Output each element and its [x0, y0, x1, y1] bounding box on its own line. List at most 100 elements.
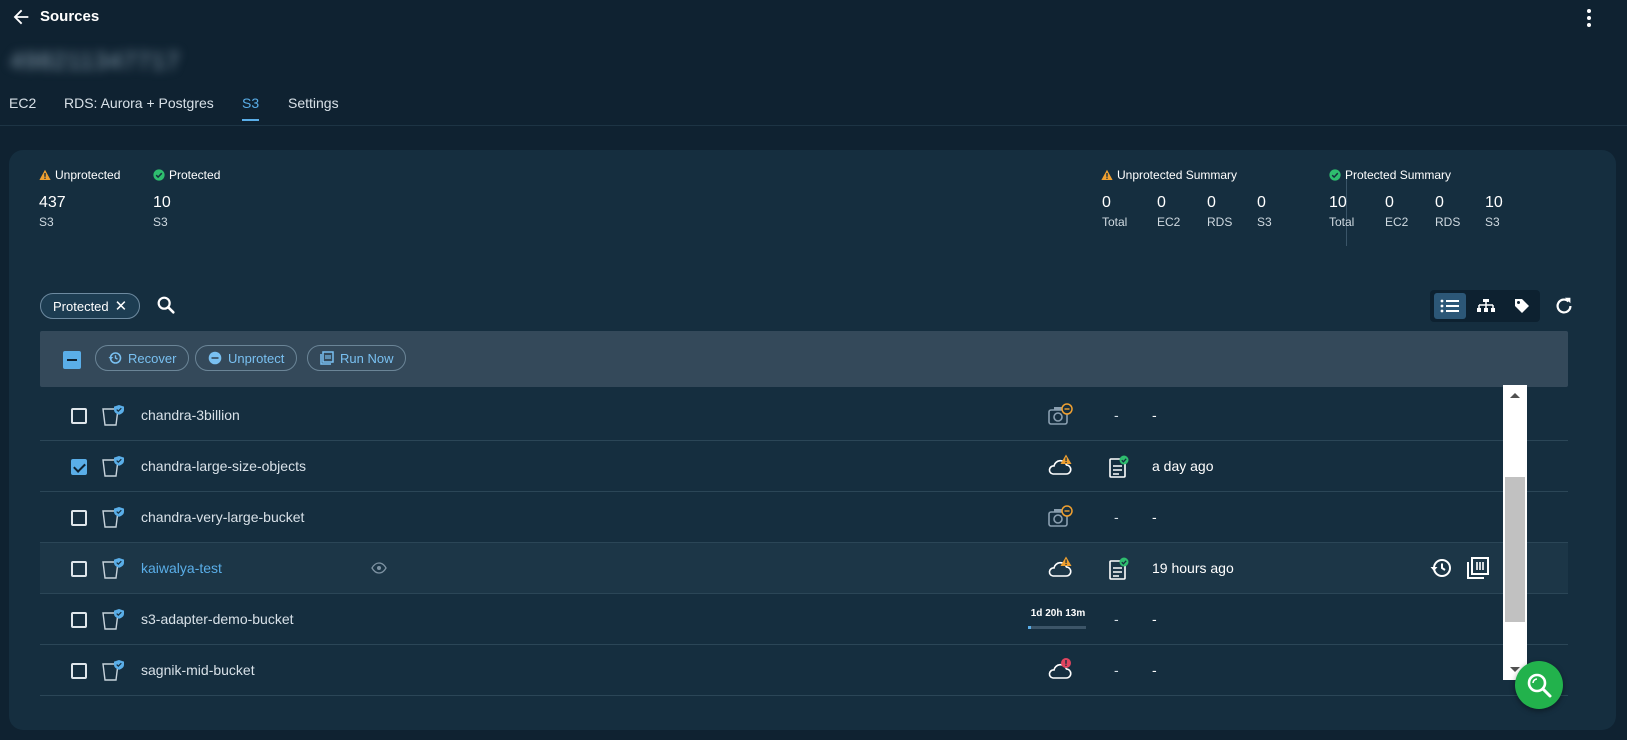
s3-panel: Unprotected 437 S3 Protected 10 S3 Unpro…: [9, 150, 1616, 730]
policy-value: -: [1114, 662, 1119, 678]
unprotected-count: 437: [39, 194, 66, 211]
protected-total-label: Total: [1329, 215, 1355, 229]
countdown-progress-bar: [1028, 626, 1086, 629]
policy-value: -: [1114, 611, 1119, 627]
history-icon: [108, 352, 122, 364]
tab-ec2[interactable]: EC2: [9, 95, 36, 119]
unprotected-ec2-label: EC2: [1157, 215, 1181, 229]
policy-check-icon: [1109, 557, 1129, 580]
recover-button[interactable]: Recover: [95, 345, 190, 371]
tab-s3[interactable]: S3: [242, 95, 260, 121]
protected-summary-label: Protected Summary: [1329, 168, 1451, 182]
arrow-back-icon[interactable]: [10, 6, 32, 28]
last-run: -: [1152, 509, 1157, 525]
protected-rds-label: RDS: [1435, 215, 1461, 229]
protected-bucket-icon: [102, 660, 124, 681]
protected-s3-label: S3: [1485, 215, 1500, 229]
chip-close-icon[interactable]: ✕: [115, 297, 128, 315]
bucket-name: chandra-large-size-objects: [141, 458, 306, 474]
unprotected-unit: S3: [39, 215, 54, 229]
tag-view-button[interactable]: [1506, 293, 1538, 319]
last-run: a day ago: [1152, 458, 1214, 474]
row-checkbox[interactable]: [71, 561, 87, 577]
select-all-checkbox[interactable]: [63, 351, 81, 369]
unprotected-rds-label: RDS: [1207, 215, 1233, 229]
search-icon: [1527, 673, 1552, 698]
protected-bucket-icon: [102, 558, 124, 579]
countdown-timer: 1d 20h 13m: [1030, 608, 1086, 619]
page-title: Sources: [40, 8, 100, 25]
buckets-table: chandra-3billion - - chandra-large-size-…: [40, 387, 1568, 730]
protected-count: 10: [153, 194, 171, 211]
protected-s3-value: 10: [1485, 194, 1503, 211]
table-row[interactable]: s3-adapter-demo-bucket 1d 20h 13m - -: [40, 594, 1568, 645]
list-view-button[interactable]: [1434, 293, 1466, 319]
protected-bucket-icon: [102, 609, 124, 630]
scroll-thumb[interactable]: [1505, 477, 1525, 622]
table-row[interactable]: sagnik-mid-bucket - -: [40, 645, 1568, 696]
protected-total-value: 10: [1329, 194, 1347, 211]
bucket-name: sagnik-mid-bucket: [141, 662, 255, 678]
bucket-name-link[interactable]: kaiwalya-test: [141, 560, 222, 576]
countdown-progress-fill: [1028, 626, 1032, 629]
table-row[interactable]: chandra-3billion - -: [40, 390, 1568, 441]
warning-icon: [39, 169, 51, 180]
cloud-error-icon: [1048, 658, 1072, 679]
table-row[interactable]: chandra-large-size-objects a day ago: [40, 441, 1568, 492]
account-id-text: 498211347717: [10, 48, 181, 75]
unprotected-s3-label: S3: [1257, 215, 1272, 229]
protected-bucket-icon: [102, 405, 124, 426]
run-now-icon: [320, 351, 334, 365]
last-run: -: [1152, 611, 1157, 627]
row-checkbox[interactable]: [71, 510, 87, 526]
last-run: -: [1152, 662, 1157, 678]
unprotect-button[interactable]: Unprotect: [195, 345, 298, 371]
refresh-icon[interactable]: [1553, 295, 1575, 317]
protected-bucket-icon: [102, 507, 124, 528]
policy-value: -: [1114, 407, 1119, 423]
eye-icon[interactable]: [371, 562, 387, 574]
run-now-button[interactable]: Run Now: [307, 345, 407, 371]
protected-ec2-label: EC2: [1385, 215, 1409, 229]
warning-icon: [1101, 169, 1113, 180]
policy-check-icon: [1109, 455, 1129, 478]
filter-chip-protected[interactable]: Protected ✕: [40, 293, 141, 319]
unprotected-total-label: Total: [1102, 215, 1128, 229]
last-run: -: [1152, 407, 1157, 423]
top-bar: Sources: [0, 0, 1627, 34]
account-id[interactable]: 498211347717: [10, 48, 206, 78]
table-scrollbar[interactable]: [1503, 385, 1527, 680]
search-icon[interactable]: [155, 294, 177, 316]
row-checkbox[interactable]: [71, 408, 87, 424]
minus-circle-icon: [208, 351, 222, 365]
cloud-warning-icon: [1048, 454, 1072, 475]
table-row[interactable]: kaiwalya-test 19 hours ago: [40, 543, 1568, 594]
unprotected-total-value: 0: [1102, 194, 1111, 211]
protected-unit: S3: [153, 215, 168, 229]
protected-ec2-value: 0: [1385, 194, 1394, 211]
scroll-up-arrow-icon[interactable]: [1509, 391, 1521, 399]
table-row[interactable]: chandra-very-large-bucket - -: [40, 492, 1568, 543]
tab-rds[interactable]: RDS: Aurora + Postgres: [64, 95, 214, 119]
unprotected-ec2-value: 0: [1157, 194, 1166, 211]
bulk-action-toolbar: Recover Unprotect Run Now: [40, 331, 1568, 387]
more-vertical-icon[interactable]: [1579, 6, 1599, 30]
row-checkbox[interactable]: [71, 663, 87, 679]
unprotected-s3-value: 0: [1257, 194, 1266, 211]
bucket-name: s3-adapter-demo-bucket: [141, 611, 294, 627]
hierarchy-view-button[interactable]: [1470, 293, 1502, 319]
recover-row-icon[interactable]: [1429, 556, 1453, 580]
unprotected-stat-label: Unprotected: [39, 168, 120, 182]
protected-bucket-icon: [102, 456, 124, 477]
tab-settings[interactable]: Settings: [288, 95, 339, 119]
protected-rds-value: 0: [1435, 194, 1444, 211]
source-tabs: EC2 RDS: Aurora + Postgres S3 Settings: [0, 90, 1627, 126]
bucket-name: chandra-very-large-bucket: [141, 509, 305, 525]
last-run: 19 hours ago: [1152, 560, 1234, 576]
floating-search-button[interactable]: [1515, 661, 1563, 709]
run-now-row-icon[interactable]: [1466, 556, 1490, 580]
policy-value: -: [1114, 509, 1119, 525]
row-checkbox[interactable]: [71, 612, 87, 628]
bucket-name: chandra-3billion: [141, 407, 240, 423]
row-checkbox[interactable]: [71, 459, 87, 475]
